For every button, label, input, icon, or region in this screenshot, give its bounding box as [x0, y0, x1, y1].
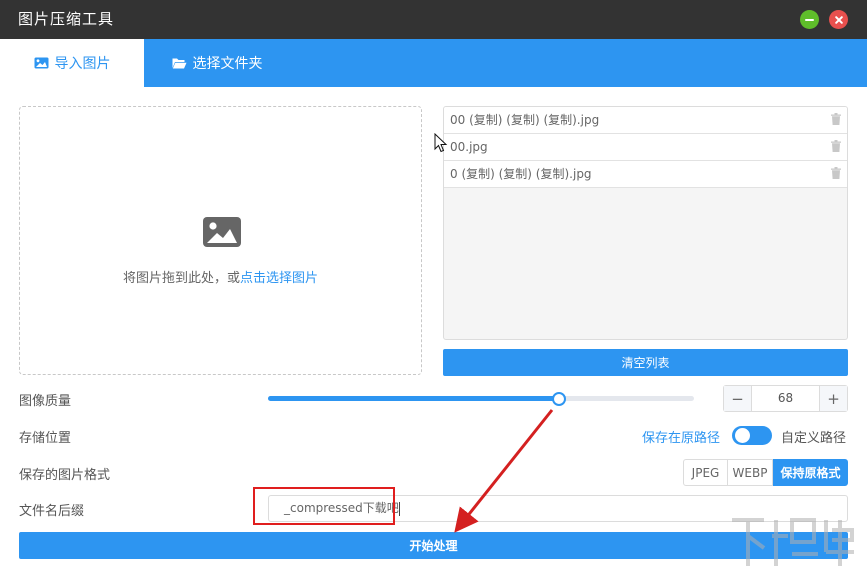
trash-icon[interactable] [831, 113, 841, 125]
trash-icon[interactable] [831, 167, 841, 179]
trash-icon[interactable] [831, 140, 841, 152]
close-button[interactable] [829, 10, 848, 29]
start-processing-button[interactable]: 开始处理 [19, 532, 848, 559]
tab-bar: 导入图片 选择文件夹 [0, 39, 867, 87]
decrement-button[interactable]: − [724, 386, 752, 411]
suffix-label: 文件名后缀 [19, 504, 85, 519]
image-icon [34, 57, 48, 69]
increment-button[interactable]: + [819, 386, 847, 411]
clear-list-button[interactable]: 清空列表 [443, 349, 848, 376]
title-bar: 图片压缩工具 [0, 0, 867, 39]
original-path-option[interactable]: 保存在原路径 [642, 427, 720, 446]
quality-value[interactable]: 68 [752, 386, 819, 411]
window-title: 图片压缩工具 [18, 10, 115, 28]
image-drop-zone[interactable]: 将图片拖到此处，或点击选择图片 [19, 106, 422, 375]
format-option-jpeg[interactable]: JPEG [683, 459, 728, 486]
storage-label: 存储位置 [19, 431, 72, 446]
mouse-cursor-icon [434, 133, 448, 153]
tab-import-images[interactable]: 导入图片 [0, 39, 144, 87]
quality-stepper: − 68 + [723, 385, 848, 412]
image-placeholder-icon [203, 217, 241, 247]
file-list: 00 (复制) (复制) (复制).jpg 00.jpg 0 (复制) (复制)… [443, 106, 848, 340]
select-image-link[interactable]: 点击选择图片 [240, 271, 318, 286]
list-item[interactable]: 00 (复制) (复制) (复制).jpg [444, 107, 847, 134]
tab-label: 选择文件夹 [192, 56, 263, 72]
quality-slider-fill [268, 396, 558, 401]
format-option-keep-original[interactable]: 保持原格式 [773, 459, 848, 486]
custom-path-option[interactable]: 自定义路径 [781, 427, 846, 446]
storage-path-toggle[interactable] [732, 426, 772, 445]
minimize-icon [805, 18, 814, 21]
quality-label: 图像质量 [19, 394, 72, 409]
watermark-logo [732, 518, 854, 566]
close-icon [834, 15, 844, 25]
file-name: 00 (复制) (复制) (复制).jpg [450, 113, 600, 127]
format-option-webp[interactable]: WEBP [728, 459, 773, 486]
annotation-highlight-box [253, 487, 395, 525]
toggle-knob [735, 428, 750, 443]
minimize-button[interactable] [800, 10, 819, 29]
file-name: 00.jpg [450, 140, 488, 154]
format-selector: JPEG WEBP 保持原格式 [683, 459, 848, 486]
list-item[interactable]: 00.jpg [444, 134, 847, 161]
tab-select-folder[interactable]: 选择文件夹 [144, 39, 290, 87]
drop-hint: 将图片拖到此处，或点击选择图片 [20, 267, 421, 286]
text-caret [398, 501, 400, 516]
folder-open-icon [172, 58, 186, 69]
drop-hint-text: 将图片拖到此处，或 [122, 271, 240, 286]
list-item[interactable]: 0 (复制) (复制) (复制).jpg [444, 161, 847, 188]
quality-slider-handle[interactable] [551, 392, 566, 406]
quality-slider[interactable] [268, 392, 694, 406]
file-name: 0 (复制) (复制) (复制).jpg [450, 167, 592, 181]
format-label: 保存的图片格式 [19, 468, 111, 483]
tab-label: 导入图片 [54, 56, 111, 72]
